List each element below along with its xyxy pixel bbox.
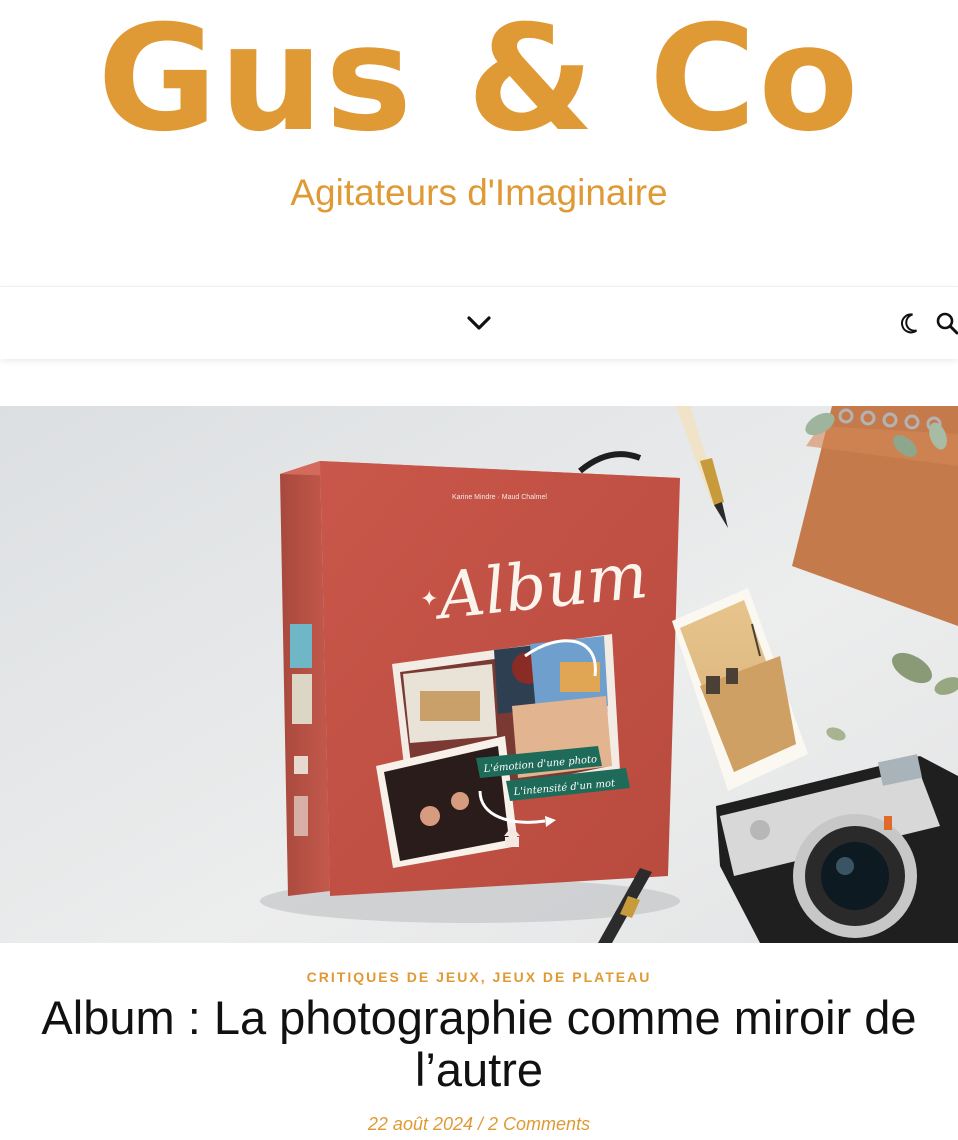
category-separator: , (480, 969, 493, 985)
site-header: Gus & Co Agitateurs d'Imaginaire (0, 0, 958, 286)
meta-separator: / (473, 1114, 489, 1134)
post-categories: CRITIQUES DE JEUX, JEUX DE PLATEAU (0, 966, 958, 988)
search-toggle[interactable] (934, 309, 958, 337)
featured-image[interactable]: Karine Mindre · Maud Chalmel Album ✦ L'é… (0, 406, 958, 943)
album-box-photo: Karine Mindre · Maud Chalmel Album ✦ L'é… (0, 406, 958, 943)
category-link-critiques[interactable]: CRITIQUES DE JEUX (307, 969, 481, 985)
moon-icon (901, 313, 918, 334)
mobile-menu-toggle[interactable] (462, 309, 496, 337)
site-logo-title[interactable]: Gus & Co (0, 0, 958, 164)
search-icon (936, 312, 958, 335)
dark-mode-toggle[interactable] (896, 310, 922, 336)
post-meta: 22 août 2024 / 2 Comments (0, 1112, 958, 1136)
post-date[interactable]: 22 août 2024 (368, 1114, 473, 1134)
comments-link[interactable]: 2 Comments (488, 1114, 590, 1134)
main-navigation (0, 286, 958, 359)
chevron-down-icon (467, 316, 491, 330)
svg-text:✦: ✦ (420, 587, 438, 612)
box-authors-text: Karine Mindre · Maud Chalmel (452, 494, 547, 501)
site-tagline: Agitateurs d'Imaginaire (290, 172, 668, 213)
post-title: Album : La photographie comme miroir de … (41, 991, 917, 1096)
category-link-plateau[interactable]: JEUX DE PLATEAU (492, 969, 651, 985)
